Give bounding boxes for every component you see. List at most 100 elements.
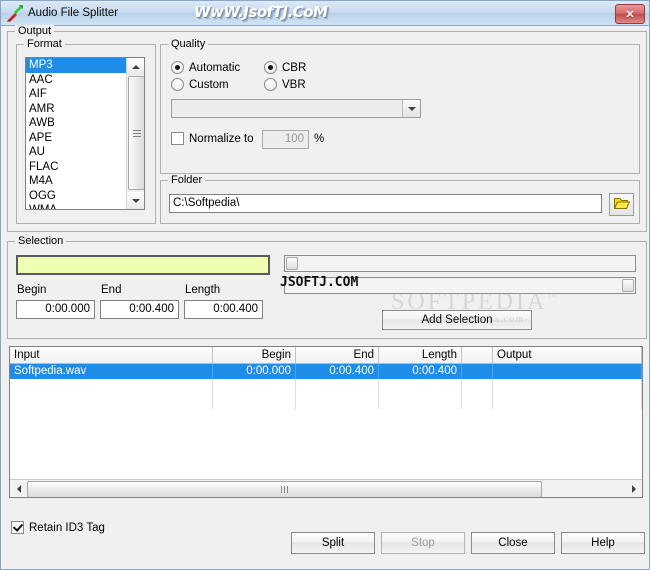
cell-end: 0:00.400 bbox=[296, 364, 379, 379]
scrollbar-thumb[interactable] bbox=[128, 76, 144, 190]
format-item-aif[interactable]: AIF bbox=[26, 87, 127, 102]
output-group: Output Format MP3 AAC AIF AMR AWB APE AU… bbox=[7, 25, 647, 232]
radio-dot-icon bbox=[264, 78, 277, 91]
format-item-ogg[interactable]: OGG bbox=[26, 189, 127, 204]
close-icon[interactable]: ✕ bbox=[615, 4, 645, 24]
window-title: Audio File Splitter bbox=[28, 7, 119, 19]
scroll-right-icon[interactable] bbox=[625, 481, 642, 497]
scrollbar-thumb[interactable] bbox=[622, 279, 634, 292]
radio-automatic[interactable]: Automatic bbox=[171, 61, 240, 74]
scroll-up-icon[interactable] bbox=[127, 58, 144, 75]
split-list-table[interactable]: Input Begin End Length Output Softpedia.… bbox=[9, 346, 643, 498]
folder-open-icon bbox=[613, 197, 630, 213]
folder-path-input[interactable]: C:\Softpedia\ bbox=[169, 194, 602, 213]
table-empty-row[interactable] bbox=[10, 379, 642, 394]
titlebar: Audio File Splitter WwW.JsofTJ.CoM ✕ bbox=[1, 1, 649, 26]
cell-empty bbox=[10, 394, 213, 409]
begin-label: Begin bbox=[17, 284, 47, 296]
help-button[interactable]: Help bbox=[561, 532, 645, 554]
format-listbox[interactable]: MP3 AAC AIF AMR AWB APE AU FLAC M4A OGG … bbox=[25, 57, 145, 210]
radio-dot-icon bbox=[171, 78, 184, 91]
column-header-output[interactable]: Output bbox=[493, 347, 642, 364]
column-header-length[interactable]: Length bbox=[379, 347, 462, 364]
format-listbox-scrollbar[interactable] bbox=[126, 58, 144, 209]
scroll-left-icon[interactable] bbox=[10, 481, 27, 497]
cell-empty bbox=[296, 379, 379, 394]
selection-scrollbar-bottom[interactable] bbox=[284, 277, 636, 294]
cell-spacer bbox=[462, 364, 493, 379]
scroll-down-icon[interactable] bbox=[127, 192, 144, 209]
split-button[interactable]: Split bbox=[291, 532, 375, 554]
cell-empty bbox=[462, 394, 493, 409]
quality-group: Quality Automatic Custom CBR VBR Normali… bbox=[160, 38, 640, 174]
folder-group: Folder C:\Softpedia\ bbox=[160, 174, 640, 224]
table-empty-row[interactable] bbox=[10, 394, 642, 409]
end-label: End bbox=[101, 284, 122, 296]
format-item-m4a[interactable]: M4A bbox=[26, 174, 127, 189]
format-item-ape[interactable]: APE bbox=[26, 131, 127, 146]
cell-empty bbox=[10, 379, 213, 394]
format-list-items: MP3 AAC AIF AMR AWB APE AU FLAC M4A OGG … bbox=[26, 58, 127, 209]
radio-dot-icon bbox=[264, 61, 277, 74]
begin-input[interactable]: 0:00.000 bbox=[16, 300, 95, 319]
cell-empty bbox=[296, 394, 379, 409]
cell-empty bbox=[379, 394, 462, 409]
format-item-aac[interactable]: AAC bbox=[26, 73, 127, 88]
format-item-amr[interactable]: AMR bbox=[26, 102, 127, 117]
folder-group-legend: Folder bbox=[168, 174, 206, 186]
scrollbar-thumb[interactable] bbox=[286, 257, 298, 270]
stop-button: Stop bbox=[381, 532, 465, 554]
format-item-mp3[interactable]: MP3 bbox=[26, 58, 127, 73]
close-button[interactable]: Close bbox=[471, 532, 555, 554]
cell-empty bbox=[462, 379, 493, 394]
cell-input: Softpedia.wav bbox=[10, 364, 213, 379]
normalize-checkbox[interactable]: Normalize to bbox=[171, 132, 254, 145]
column-header-begin[interactable]: Begin bbox=[213, 347, 296, 364]
quality-preset-combo[interactable] bbox=[171, 99, 421, 118]
cell-output bbox=[493, 364, 642, 379]
scrollbar-thumb[interactable] bbox=[27, 481, 542, 497]
table-horizontal-scrollbar[interactable] bbox=[10, 479, 642, 497]
retain-id3-label: Retain ID3 Tag bbox=[29, 521, 105, 534]
format-item-wma[interactable]: WMA bbox=[26, 203, 127, 209]
selection-scrollbar-top[interactable] bbox=[284, 255, 636, 272]
radio-custom[interactable]: Custom bbox=[171, 78, 229, 91]
normalize-unit-label: % bbox=[314, 133, 325, 145]
scrollbar-track[interactable] bbox=[27, 481, 625, 497]
checkbox-box-icon bbox=[11, 521, 24, 534]
add-selection-button[interactable]: Add Selection bbox=[382, 310, 532, 330]
cell-empty bbox=[213, 394, 296, 409]
cell-empty bbox=[493, 379, 642, 394]
radio-vbr[interactable]: VBR bbox=[264, 78, 306, 91]
table-row[interactable]: Softpedia.wav 0:00.000 0:00.400 0:00.400 bbox=[10, 364, 642, 379]
table-header-row: Input Begin End Length Output bbox=[10, 347, 642, 364]
column-header-input[interactable]: Input bbox=[10, 347, 213, 364]
checkbox-box-icon bbox=[171, 132, 184, 145]
waveform-display[interactable] bbox=[16, 255, 270, 275]
retain-id3-checkbox[interactable]: Retain ID3 Tag bbox=[11, 521, 105, 534]
end-input[interactable]: 0:00.400 bbox=[100, 300, 179, 319]
cell-empty bbox=[379, 379, 462, 394]
audio-splitter-icon bbox=[6, 4, 24, 22]
format-item-au[interactable]: AU bbox=[26, 145, 127, 160]
selection-group: Selection Begin End Length 0:00.000 0:00… bbox=[7, 235, 647, 339]
cell-length: 0:00.400 bbox=[379, 364, 462, 379]
format-group: Format MP3 AAC AIF AMR AWB APE AU FLAC M… bbox=[16, 38, 156, 224]
format-item-flac[interactable]: FLAC bbox=[26, 160, 127, 175]
length-label: Length bbox=[185, 284, 221, 296]
radio-cbr[interactable]: CBR bbox=[264, 61, 306, 74]
audio-file-splitter-window: Audio File Splitter WwW.JsofTJ.CoM ✕ Out… bbox=[0, 0, 650, 570]
cell-empty bbox=[493, 394, 642, 409]
browse-folder-button[interactable] bbox=[609, 193, 634, 216]
radio-automatic-label: Automatic bbox=[189, 61, 241, 74]
normalize-value-field[interactable]: 100 bbox=[262, 130, 309, 149]
length-input[interactable]: 0:00.400 bbox=[184, 300, 263, 319]
grip-icon bbox=[132, 128, 141, 139]
chevron-down-icon[interactable] bbox=[402, 100, 420, 117]
grip-icon bbox=[280, 486, 289, 493]
column-header-end[interactable]: End bbox=[296, 347, 379, 364]
column-header-spacer[interactable] bbox=[462, 347, 493, 364]
format-item-awb[interactable]: AWB bbox=[26, 116, 127, 131]
radio-custom-label: Custom bbox=[189, 78, 229, 91]
normalize-label: Normalize to bbox=[189, 132, 254, 145]
